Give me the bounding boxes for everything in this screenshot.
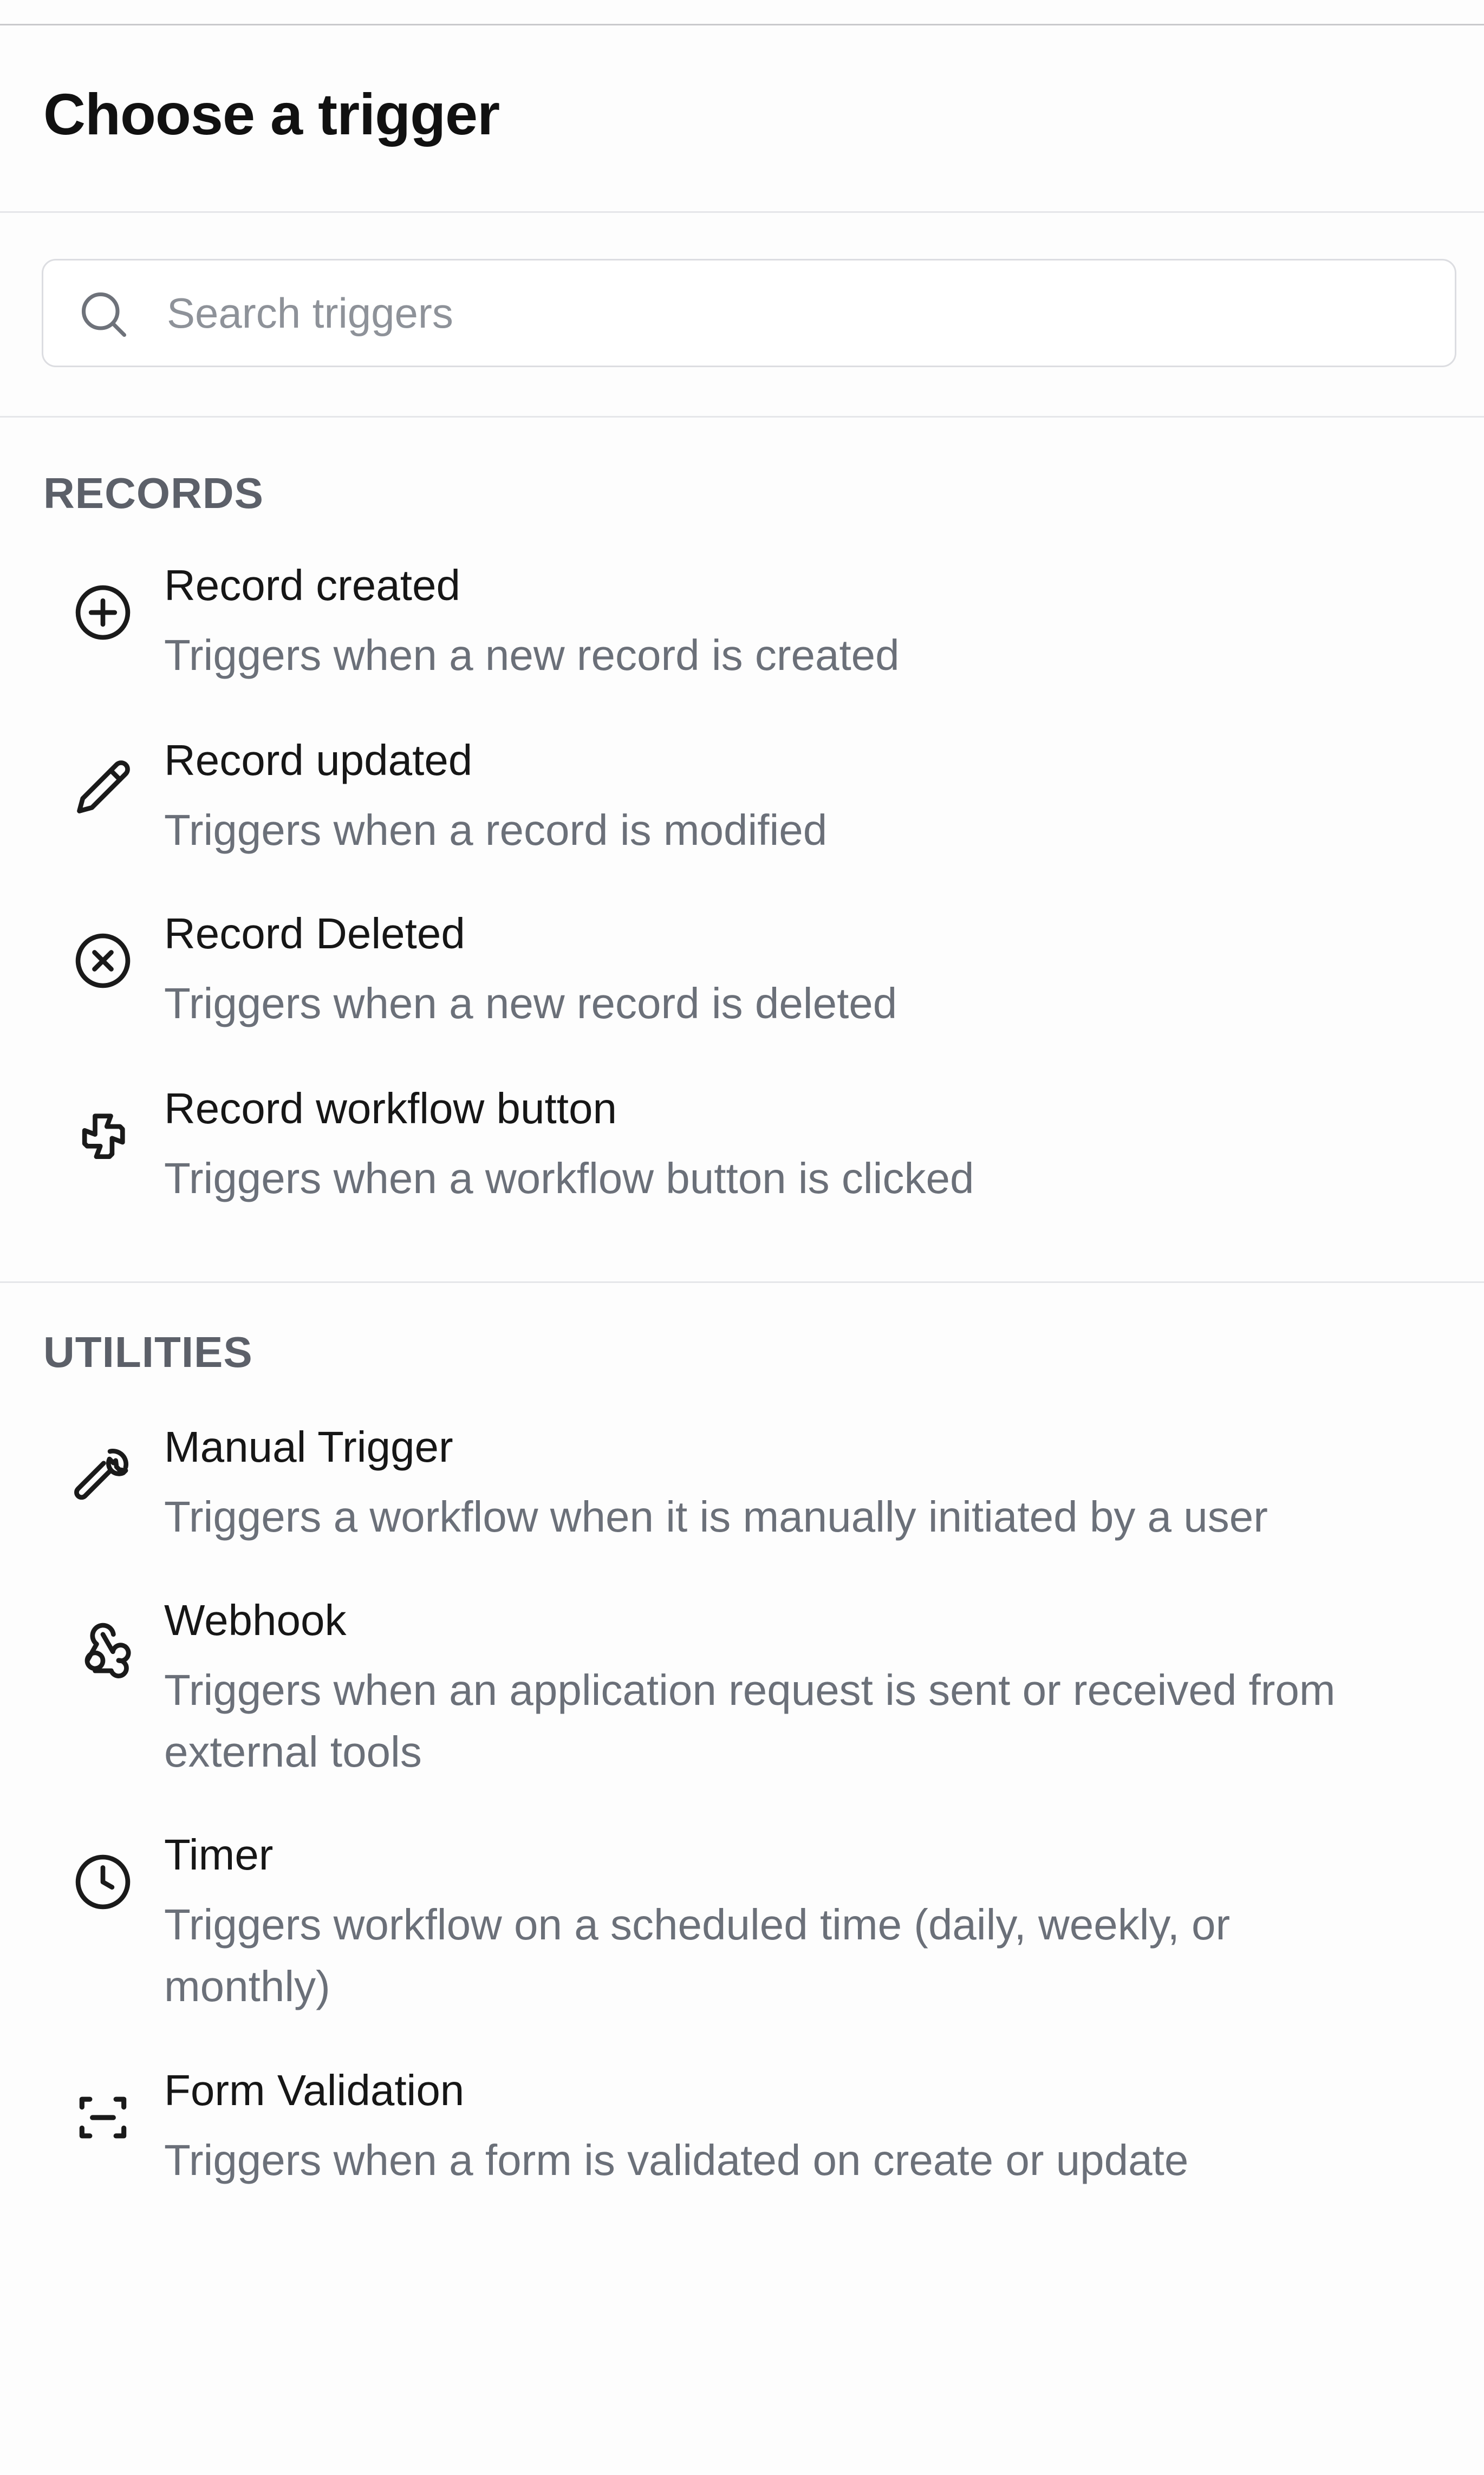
page-title: Choose a trigger [43,81,500,147]
trigger-description: Triggers when an application request is … [164,1666,1336,1776]
trigger-description: Triggers when a new record is created [164,631,900,679]
trigger-description: Triggers a workflow when it is manually … [164,1493,1268,1541]
trigger-item-form-validation[interactable]: Form Validation Triggers when a form is … [0,2064,1484,2227]
trigger-item-timer[interactable]: Timer Triggers workflow on a scheduled t… [0,1829,1484,2056]
pencil-icon [71,756,134,819]
records-section: RECORDS Record created Triggers when a n… [0,418,1484,1283]
search-box[interactable] [42,259,1456,367]
plus-circle-icon [71,581,134,644]
trigger-label: Record Deleted [164,909,465,958]
trigger-item-record-updated[interactable]: Record updated Triggers when a record is… [0,734,1484,897]
wrench-icon [71,1443,134,1506]
trigger-description: Triggers workflow on a scheduled time (d… [164,1900,1231,2010]
trigger-label: Record created [164,561,460,609]
section-heading-records: RECORDS [43,469,264,517]
trigger-description: Triggers when a workflow button is click… [164,1154,974,1202]
pointer-cross-icon [71,1104,134,1167]
trigger-description: Triggers when a form is validated on cre… [164,2136,1189,2184]
scan-frame-icon [71,2086,134,2149]
trigger-item-record-workflow-button[interactable]: Record workflow button Triggers when a w… [0,1083,1484,1245]
utilities-section: UTILITIES Manual Trigger Triggers a work… [0,1283,1484,2204]
trigger-description: Triggers when a new record is deleted [164,979,897,1027]
trigger-label: Webhook [164,1596,347,1644]
search-icon [81,292,127,337]
trigger-label: Form Validation [164,2066,465,2114]
trigger-item-record-created[interactable]: Record created Triggers when a new recor… [0,559,1484,722]
search-input[interactable] [167,260,1413,366]
trigger-description: Triggers when a record is modified [164,806,828,854]
trigger-item-manual-trigger[interactable]: Manual Trigger Triggers a workflow when … [0,1421,1484,1584]
trigger-label: Manual Trigger [164,1423,453,1471]
trigger-item-webhook[interactable]: Webhook Triggers when an application req… [0,1594,1484,1822]
x-circle-icon [71,929,134,992]
panel-header: Choose a trigger [0,25,1484,213]
search-section [0,213,1484,418]
trigger-item-record-deleted[interactable]: Record Deleted Triggers when a new recor… [0,908,1484,1070]
webhook-icon [71,1616,134,1679]
choose-trigger-panel: Choose a trigger RECORDS Record created … [0,0,1484,2475]
trigger-label: Timer [164,1831,274,1879]
section-heading-utilities: UTILITIES [43,1328,253,1376]
trigger-label: Record workflow button [164,1084,617,1132]
clock-icon [71,1851,134,1913]
trigger-label: Record updated [164,736,473,784]
